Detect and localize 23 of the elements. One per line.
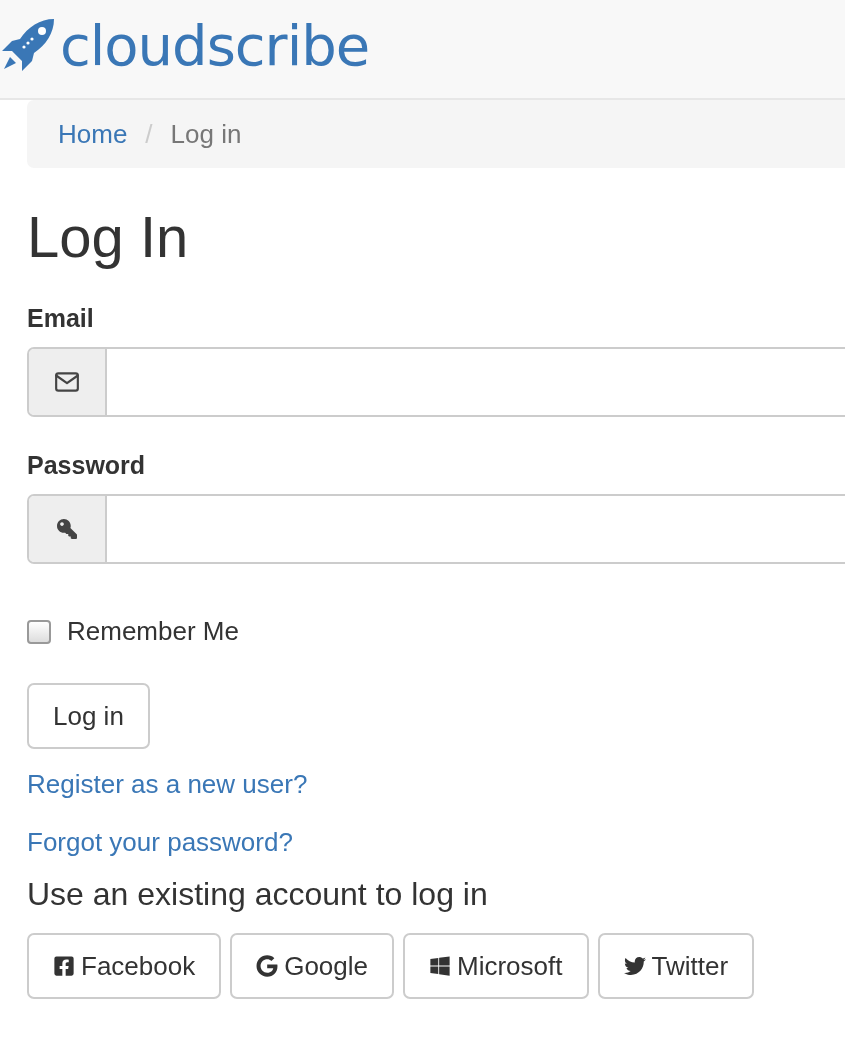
key-icon — [57, 519, 77, 539]
envelope-icon — [54, 369, 80, 395]
field-label: Email — [27, 304, 95, 333]
provider-button[interactable]: Twitter — [597, 933, 755, 999]
checkbox[interactable] — [27, 619, 51, 644]
google-icon — [256, 955, 279, 977]
section-heading: Use an existing account to log in — [27, 876, 489, 913]
facebook-icon — [53, 955, 75, 977]
bird-icon — [623, 955, 646, 977]
windows-icon — [429, 955, 452, 977]
provider-button[interactable]: Microsoft — [403, 933, 589, 999]
breadcrumb-separator: / — [145, 118, 153, 150]
checkbox-label: Remember Me — [67, 616, 239, 647]
breadcrumb-link[interactable]: Home — [58, 118, 128, 150]
field-label: Password — [27, 451, 147, 480]
password-field[interactable] — [27, 494, 845, 564]
link[interactable]: Register as a new user? — [27, 769, 308, 800]
email-field[interactable] — [27, 347, 845, 417]
login-button[interactable]: Log in — [27, 683, 150, 749]
provider-button[interactable]: Facebook — [27, 933, 222, 999]
link[interactable]: Forgot your password? — [27, 827, 293, 858]
provider-button[interactable]: Google — [230, 933, 395, 999]
breadcrumb-current: Log in — [170, 118, 242, 150]
